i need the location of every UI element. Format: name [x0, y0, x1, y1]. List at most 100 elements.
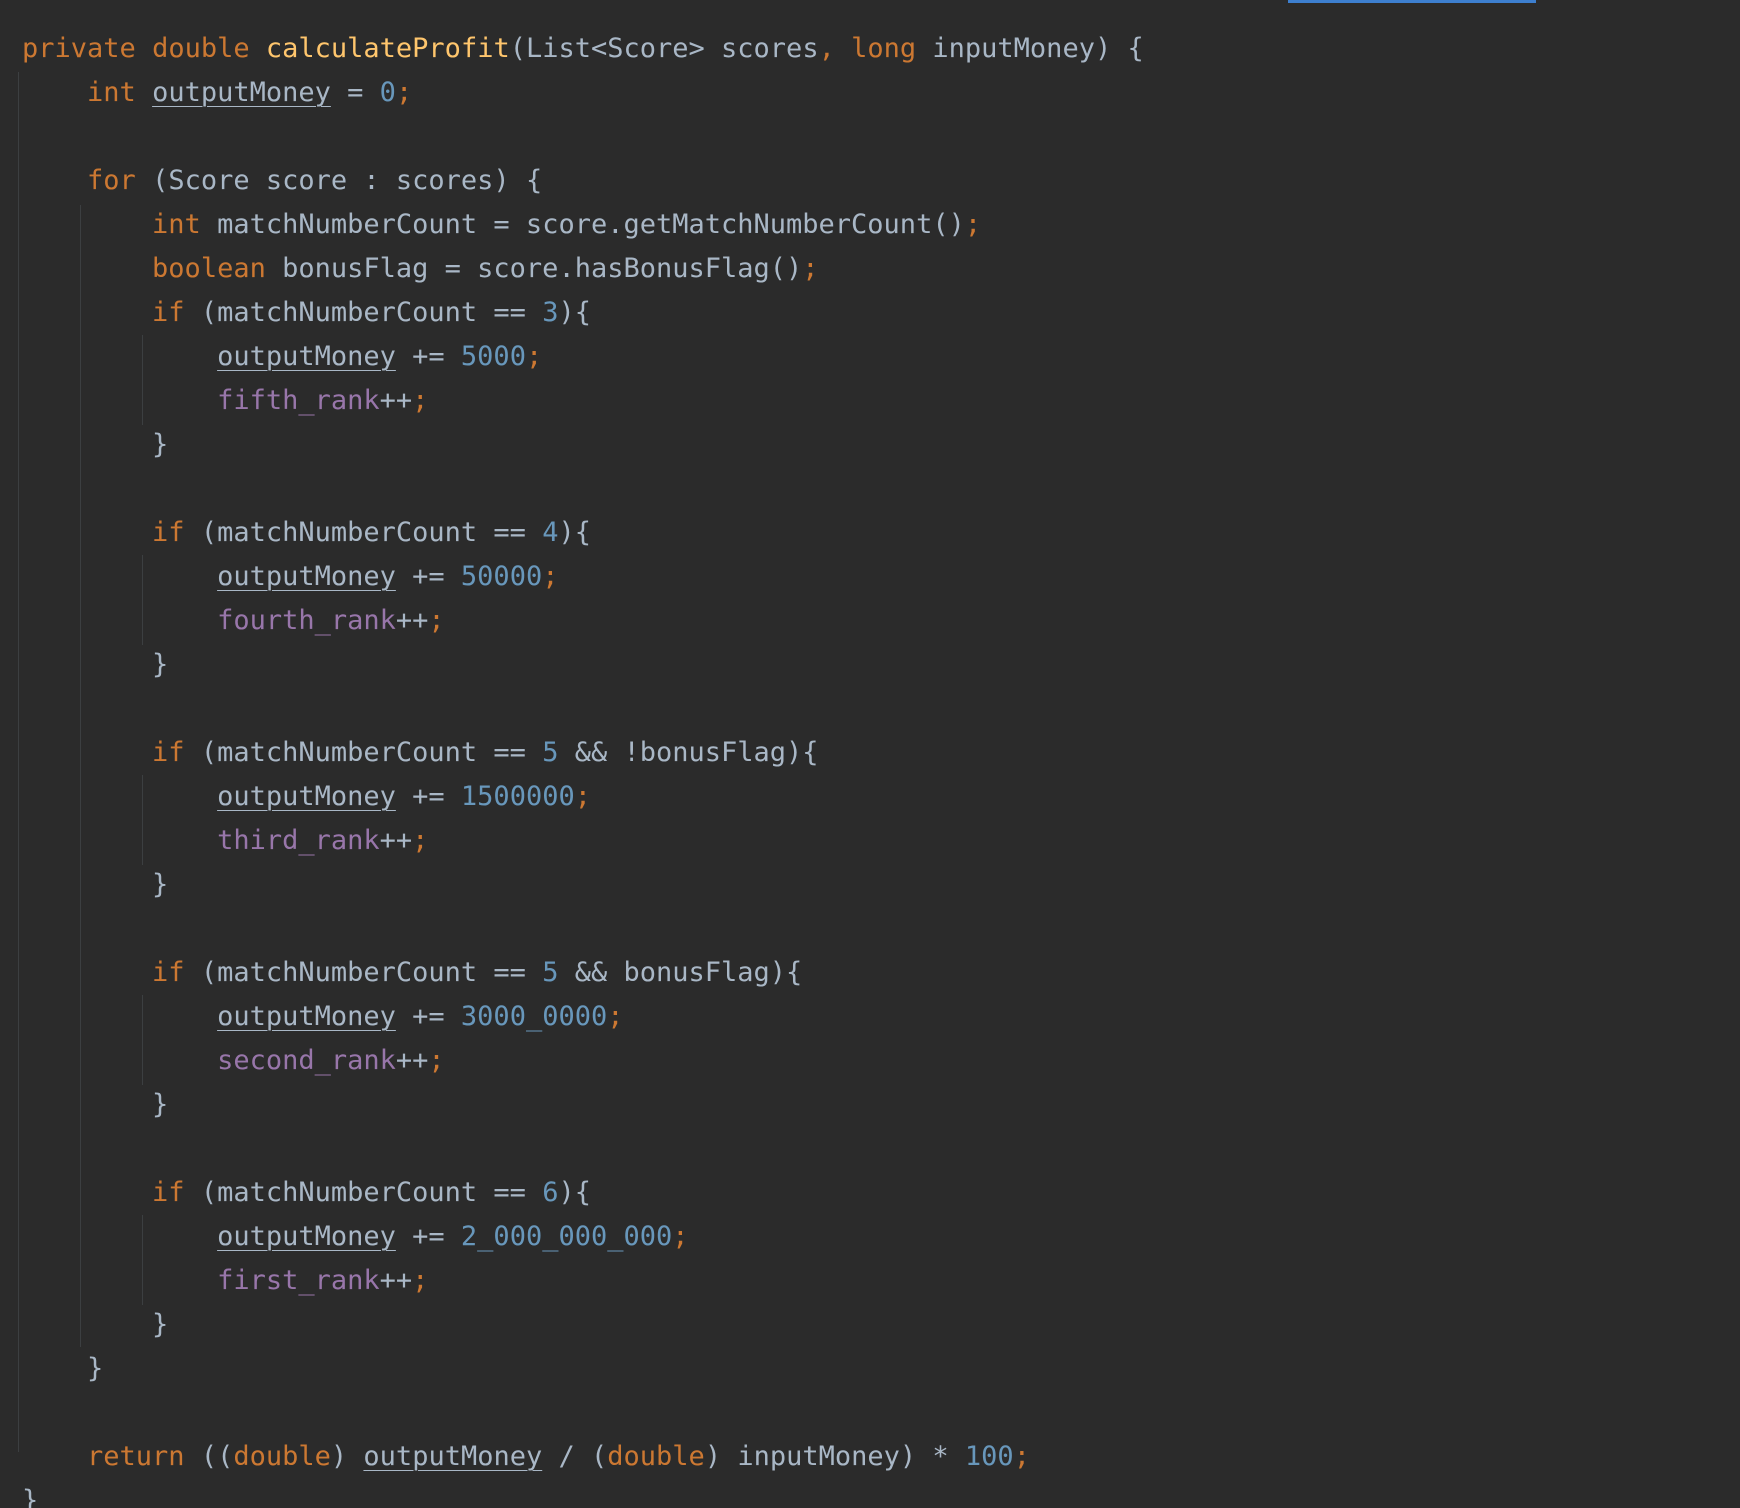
code-line[interactable]: [22, 467, 1144, 511]
code-text: (matchNumberCount ==: [184, 1177, 543, 1208]
code-text: (matchNumberCount ==: [184, 737, 543, 768]
code-line[interactable]: if (matchNumberCount == 6){: [22, 1171, 1144, 1215]
number-literal: 5: [542, 737, 559, 768]
code-editor[interactable]: private double calculateProfit(List<Scor…: [0, 0, 1740, 1508]
number-literal: 50000: [460, 561, 543, 592]
code-text: ){: [558, 297, 591, 328]
code-line[interactable]: }: [22, 863, 1144, 907]
keyword-token: int: [152, 209, 201, 240]
field-token: second_rank: [217, 1045, 396, 1076]
keyword-token: for: [87, 165, 136, 196]
field-token: first_rank: [217, 1265, 380, 1296]
number-literal: 5000: [460, 341, 526, 372]
code-line[interactable]: [22, 1127, 1144, 1171]
local-variable-token: outputMoney: [217, 1001, 396, 1032]
code-text: ){: [558, 517, 591, 548]
code-text: +=: [395, 1001, 461, 1032]
code-line[interactable]: if (matchNumberCount == 4){: [22, 511, 1144, 555]
code-text: ++: [379, 1265, 413, 1296]
code-line[interactable]: third_rank++;: [22, 819, 1144, 863]
code-text: ++: [395, 1045, 429, 1076]
number-literal: 5: [542, 957, 559, 988]
punctuation-token: ;: [412, 825, 429, 856]
code-text: && !bonusFlag){: [558, 737, 819, 768]
local-variable-token: outputMoney: [217, 781, 396, 812]
number-literal: 100: [964, 1441, 1014, 1472]
code-line[interactable]: }: [22, 1479, 1144, 1508]
code-line[interactable]: fifth_rank++;: [22, 379, 1144, 423]
punctuation-token: ;: [574, 781, 591, 812]
code-area[interactable]: private double calculateProfit(List<Scor…: [22, 27, 1144, 1508]
code-line[interactable]: outputMoney += 5000;: [22, 335, 1144, 379]
keyword-token: boolean: [152, 253, 266, 284]
code-line[interactable]: }: [22, 1347, 1144, 1391]
punctuation-token: ;: [964, 209, 982, 240]
field-token: fifth_rank: [217, 385, 380, 416]
code-text: +=: [395, 1221, 461, 1252]
code-line[interactable]: if (matchNumberCount == 5 && bonusFlag){: [22, 951, 1144, 995]
code-text: ): [330, 1441, 364, 1472]
code-line[interactable]: [22, 907, 1144, 951]
code-line[interactable]: if (matchNumberCount == 5 && !bonusFlag)…: [22, 731, 1144, 775]
code-text: ++: [379, 385, 413, 416]
code-line[interactable]: outputMoney += 1500000;: [22, 775, 1144, 819]
keyword-token: return: [87, 1441, 185, 1472]
punctuation-token: ;: [542, 561, 559, 592]
code-line[interactable]: }: [22, 1303, 1144, 1347]
code-line[interactable]: fourth_rank++;: [22, 599, 1144, 643]
code-text: (matchNumberCount ==: [184, 517, 543, 548]
number-literal: 4: [542, 517, 559, 548]
code-line[interactable]: [22, 687, 1144, 731]
code-text: (matchNumberCount ==: [184, 957, 543, 988]
code-line[interactable]: boolean bonusFlag = score.hasBonusFlag()…: [22, 247, 1144, 291]
code-line[interactable]: }: [22, 423, 1144, 467]
code-text: }: [22, 1309, 169, 1340]
code-line[interactable]: outputMoney += 3000_0000;: [22, 995, 1144, 1039]
punctuation-token: ;: [412, 1265, 429, 1296]
code-line[interactable]: int matchNumberCount = score.getMatchNum…: [22, 203, 1144, 247]
field-token: fourth_rank: [217, 605, 396, 636]
code-line[interactable]: return ((double) outputMoney / (double) …: [22, 1435, 1144, 1479]
keyword-token: long: [851, 33, 917, 64]
code-text: +=: [395, 341, 461, 372]
code-line[interactable]: [22, 115, 1144, 159]
code-text: (List<Score> scores: [509, 33, 819, 64]
code-text: (matchNumberCount ==: [184, 297, 543, 328]
code-line[interactable]: for (Score score : scores) {: [22, 159, 1144, 203]
code-line[interactable]: [22, 1391, 1144, 1435]
number-literal: 3: [542, 297, 559, 328]
code-line[interactable]: }: [22, 643, 1144, 687]
code-line[interactable]: second_rank++;: [22, 1039, 1144, 1083]
code-line[interactable]: outputMoney += 2_000_000_000;: [22, 1215, 1144, 1259]
code-text: =: [330, 77, 380, 108]
code-line[interactable]: outputMoney += 50000;: [22, 555, 1144, 599]
scroll-position-indicator: [1288, 0, 1536, 3]
number-literal: 6: [542, 1177, 559, 1208]
code-line[interactable]: int outputMoney = 0;: [22, 71, 1144, 115]
punctuation-token: ;: [525, 341, 543, 372]
keyword-token: double: [233, 1441, 331, 1472]
punctuation-token: ;: [395, 77, 413, 108]
code-line[interactable]: first_rank++;: [22, 1259, 1144, 1303]
code-line[interactable]: private double calculateProfit(List<Scor…: [22, 27, 1144, 71]
code-text: bonusFlag = score.hasBonusFlag(): [265, 253, 803, 284]
keyword-token: int: [87, 77, 136, 108]
code-line[interactable]: if (matchNumberCount == 3){: [22, 291, 1144, 335]
punctuation-token: ,: [818, 33, 835, 64]
keyword-token: if: [152, 957, 185, 988]
code-line[interactable]: }: [22, 1083, 1144, 1127]
